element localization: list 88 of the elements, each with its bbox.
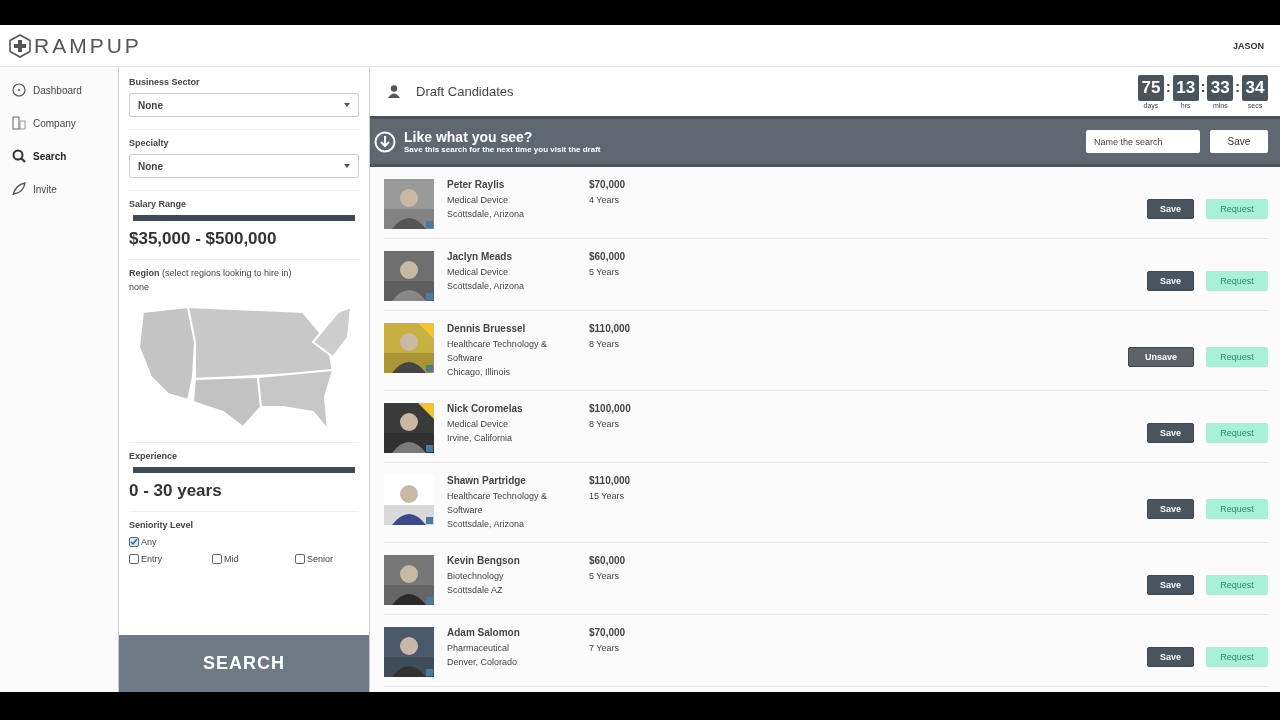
save-button[interactable]: Save (1146, 646, 1194, 667)
salary-reading: $35,000 - $500,000 (129, 229, 278, 249)
candidate-location: Chicago, Illinois (447, 366, 512, 379)
logo-text: RAMPUP (34, 33, 142, 58)
banner-title: Like what you see? (404, 129, 534, 145)
candidate-salary: $70,000 (589, 627, 627, 638)
field-label: Specialty (129, 138, 170, 148)
save-button[interactable]: Save (1146, 198, 1194, 219)
candidate-salary: $110,000 (589, 323, 632, 334)
candidate-name[interactable]: Nick Coromelas (447, 403, 589, 414)
candidate-experience: 5 Years (589, 266, 621, 279)
countdown-digits: 75 (1138, 74, 1164, 101)
candidate-experience: 15 Years (589, 490, 626, 503)
clock-separator: : (1166, 77, 1171, 97)
candidate-location: Denver, Colorado (447, 656, 519, 669)
logo-icon (8, 33, 32, 58)
candidate-name[interactable]: Shawn Partridge (447, 475, 589, 486)
save-button[interactable]: Save (1146, 270, 1194, 291)
candidate-experience: 8 Years (589, 418, 621, 431)
candidate-sector: Pharmaceutical (447, 642, 511, 655)
candidate-location: Scottsdale, Arizona (447, 518, 526, 531)
field-label: Region (select regions looking to hire in) (129, 268, 293, 278)
candidate-name[interactable]: Jaclyn Meads (447, 251, 589, 262)
seniority-checkbox[interactable]: Entry (129, 550, 212, 567)
check-icon (130, 537, 138, 546)
caret-icon (344, 103, 350, 107)
candidate-location: Scottsdale, Arizona (447, 280, 526, 293)
seniority-checkbox[interactable]: Any (129, 533, 229, 550)
caret-icon (344, 164, 350, 168)
dial-icon (12, 83, 26, 97)
seniority-checkbox[interactable]: Mid (212, 550, 295, 567)
seniority-checkbox[interactable]: Senior (295, 550, 355, 567)
salary-slider[interactable] (133, 215, 355, 221)
candidate-sector: Healthcare Technology & Software (447, 338, 548, 365)
candidate-sector: Healthcare Technology & Software (447, 490, 548, 517)
candidate-name[interactable]: Dennis Bruessel (447, 323, 589, 334)
candidate-location: Scottsdale, Arizona (447, 208, 526, 221)
sector-dropdown[interactable]: None (129, 93, 359, 117)
download-icon (374, 130, 396, 153)
region-value: none (129, 282, 151, 292)
candidate-experience: 4 Years (589, 194, 621, 207)
candidate-name[interactable]: Peter Raylis (447, 179, 589, 190)
candidate-location: Irvine, California (447, 432, 514, 445)
specialty-dropdown[interactable]: None (129, 154, 359, 178)
clock-separator: : (1200, 77, 1206, 97)
countdown-digits: 13 (1172, 74, 1199, 101)
banner-subtitle: Save this search for the next time you visit the draft (404, 145, 601, 154)
candidate-salary: $60,000 (589, 555, 627, 566)
search-icon (12, 149, 26, 163)
candidate-experience: 5 Years (589, 570, 621, 583)
field-label: Seniority Level (129, 520, 195, 530)
unsave-button[interactable]: Unsave (1127, 346, 1194, 367)
nav-item[interactable]: Company (12, 114, 118, 132)
candidate-salary: $60,000 (589, 251, 627, 262)
field-label: Experience (129, 451, 179, 461)
countdown-digits: 34 (1242, 74, 1268, 101)
nav-item[interactable]: Search (12, 147, 118, 165)
save-button[interactable]: Save (1146, 574, 1194, 595)
candidate-name[interactable]: Kevin Bengson (447, 555, 589, 566)
field-label: Business Sector (129, 77, 201, 87)
nav-item[interactable]: Invite (12, 180, 118, 198)
candidate-experience: 8 Years (589, 338, 621, 351)
search-button[interactable]: SEARCH (119, 635, 369, 692)
clock-separator: : (1235, 77, 1240, 97)
candidate-sector: Medical Device (447, 418, 510, 431)
candidate-salary: $110,000 (589, 475, 632, 486)
candidate-location: Scottsdale AZ (447, 584, 504, 597)
countdown-digits: 33 (1207, 74, 1234, 101)
search-name-field[interactable]: Name the search (1086, 130, 1200, 153)
candidate-name[interactable]: Adam Salomon (447, 627, 589, 638)
candidate-sector: Medical Device (447, 266, 510, 279)
nav-item[interactable]: Dashboard (12, 81, 118, 99)
save-button[interactable]: Save (1146, 422, 1194, 443)
field-label: Salary Range (129, 199, 188, 209)
person-icon (388, 85, 400, 98)
leaf-icon (12, 182, 26, 196)
experience-slider[interactable] (133, 467, 355, 473)
candidate-sector: Biotechnology (447, 570, 505, 583)
candidate-sector: Medical Device (447, 194, 510, 207)
save-search-button[interactable]: Save (1210, 130, 1268, 153)
user-name[interactable]: JASON (1233, 40, 1264, 51)
candidate-experience: 7 Years (589, 642, 621, 655)
building-icon (12, 116, 26, 130)
candidate-salary: $100,000 (589, 403, 632, 414)
save-button[interactable]: Save (1146, 498, 1194, 519)
experience-reading: 0 - 30 years (129, 481, 223, 501)
page-title: Draft Candidates (416, 84, 514, 99)
candidate-salary: $70,000 (589, 179, 627, 190)
